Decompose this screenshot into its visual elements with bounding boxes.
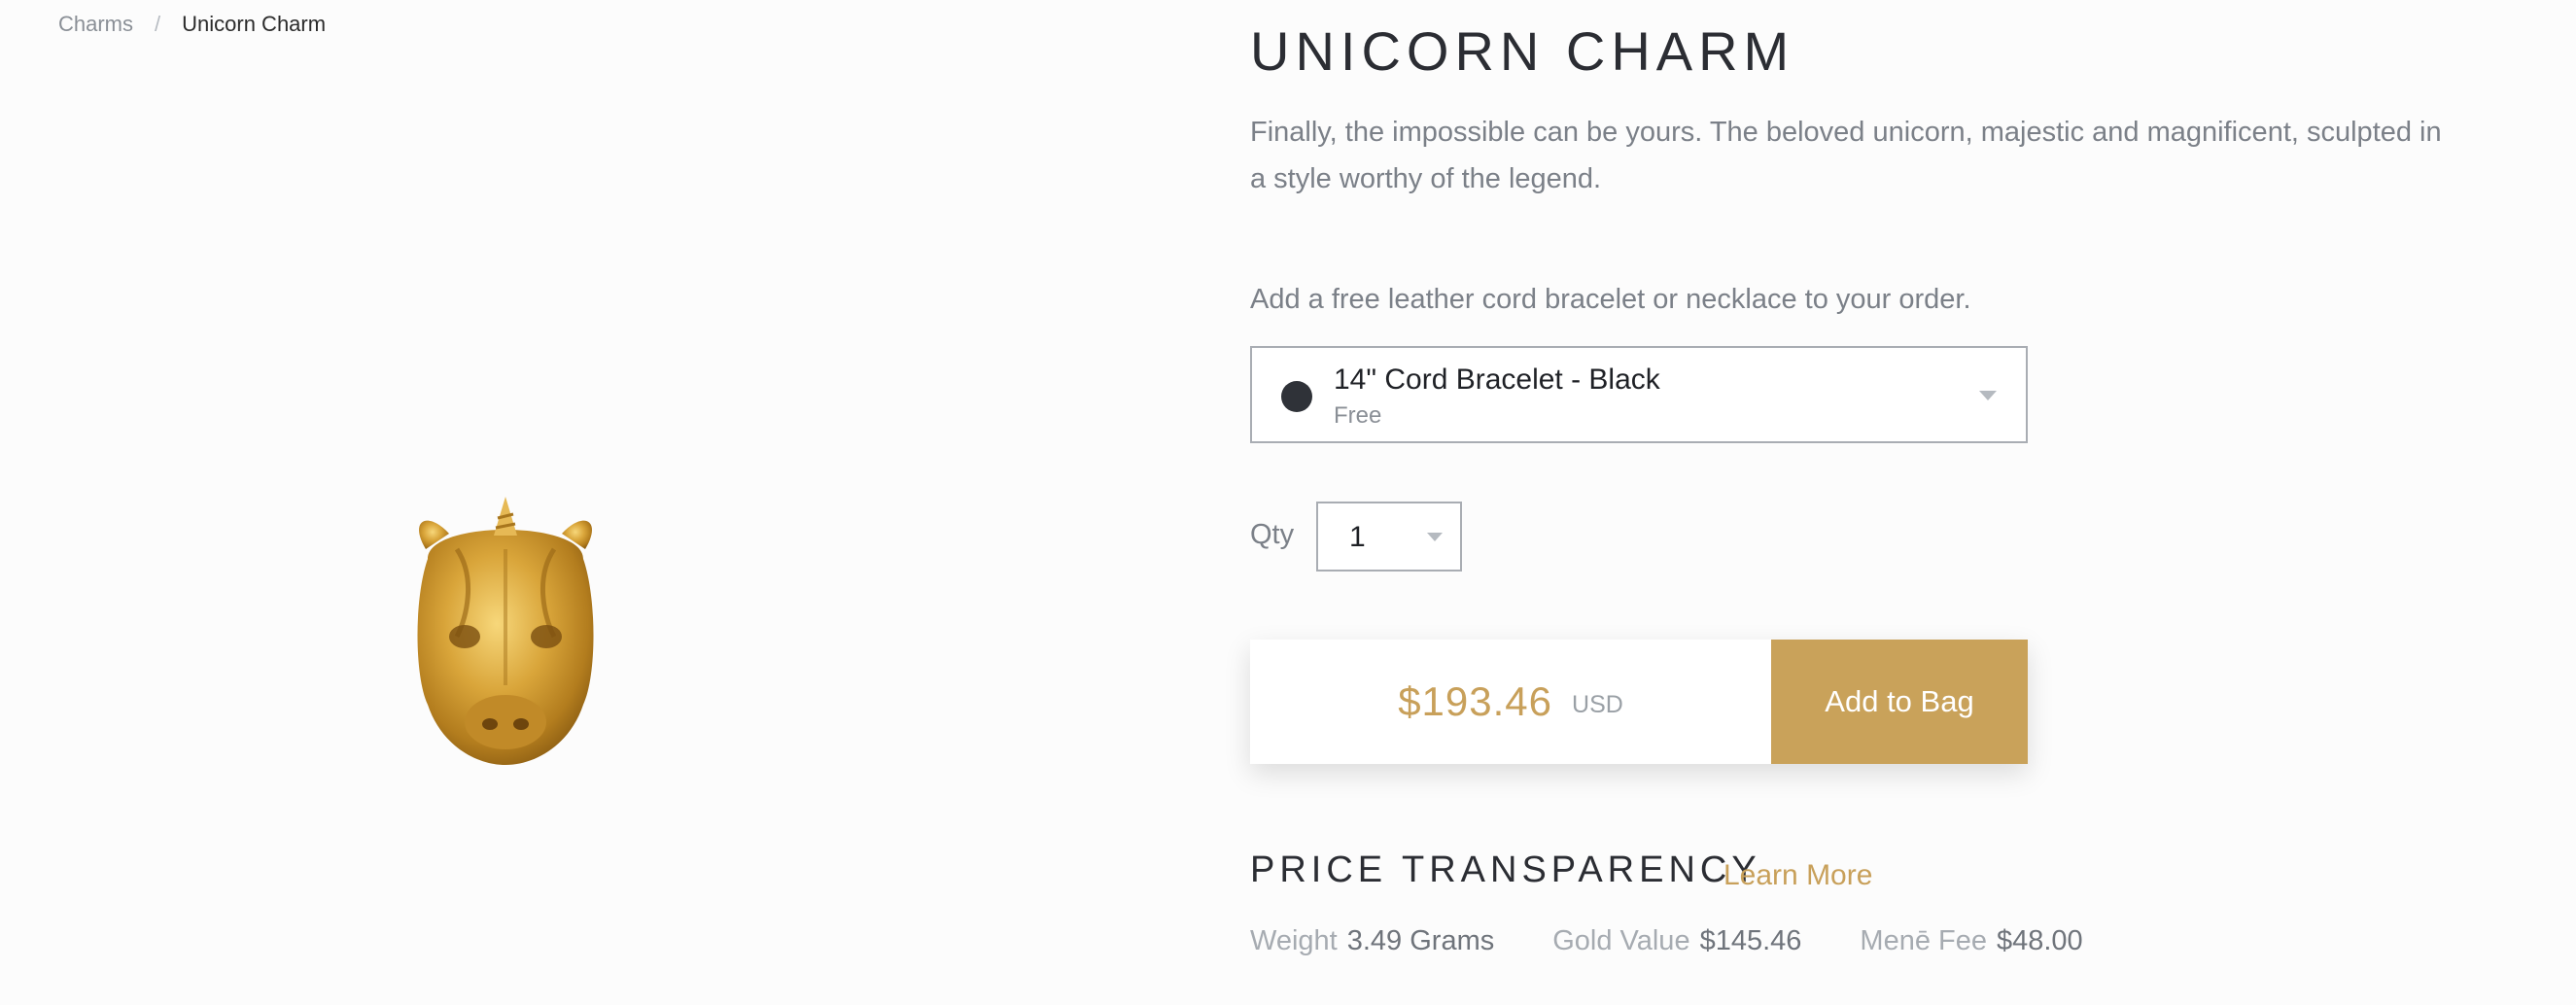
- qty-label: Qty: [1250, 519, 1295, 550]
- price-transparency-stats: Weight 3.49 Grams Gold Value $145.46 Menē …: [1250, 925, 2083, 957]
- stat-label: Weight: [1250, 925, 1338, 956]
- product-title: UNICORN CHARM: [1250, 20, 1795, 82]
- color-swatch: [1281, 381, 1312, 412]
- stat-label: Gold Value: [1552, 925, 1690, 956]
- qty-value: 1: [1349, 521, 1366, 553]
- cord-option-price: Free: [1334, 402, 1382, 429]
- qty-select[interactable]: 1: [1316, 502, 1462, 572]
- stat-weight: Weight 3.49 Grams: [1250, 925, 1494, 957]
- breadcrumb-separator: /: [155, 12, 161, 36]
- addon-prompt: Add a free leather cord bracelet or neck…: [1250, 284, 1971, 315]
- price-currency: USD: [1572, 690, 1623, 718]
- breadcrumb: Charms / Unicorn Charm: [58, 12, 326, 37]
- stat-value: $145.46: [1699, 925, 1802, 956]
- chevron-down-icon: [1427, 533, 1443, 541]
- stat-mene-fee: Menē Fee $48.00: [1860, 925, 2082, 957]
- price-display: $193.46 USD: [1250, 640, 1771, 764]
- cord-option-name: 14" Cord Bracelet - Black: [1334, 364, 1660, 396]
- add-to-bag-button[interactable]: Add to Bag: [1771, 640, 2028, 764]
- product-image: [389, 491, 622, 782]
- product-description: Finally, the impossible can be yours. Th…: [1250, 117, 2442, 194]
- chevron-down-icon: [1979, 391, 1997, 400]
- learn-more-link[interactable]: Learn More: [1723, 859, 1872, 892]
- unicorn-charm-icon: [417, 497, 594, 765]
- stat-gold-value: Gold Value $145.46: [1552, 925, 1801, 957]
- breadcrumb-link-charms[interactable]: Charms: [58, 12, 133, 37]
- stat-label: Menē Fee: [1860, 925, 1987, 956]
- breadcrumb-current: Unicorn Charm: [182, 12, 327, 36]
- stat-value: 3.49 Grams: [1346, 925, 1495, 956]
- price-transparency-title: PRICE TRANSPARENCY: [1250, 849, 1761, 890]
- price-value: $193.46: [1398, 678, 1553, 724]
- stat-value: $48.00: [1996, 925, 2083, 956]
- purchase-box: $193.46 USD Add to Bag: [1250, 640, 2028, 764]
- cord-select-dropdown[interactable]: 14" Cord Bracelet - Black Free: [1250, 346, 2028, 443]
